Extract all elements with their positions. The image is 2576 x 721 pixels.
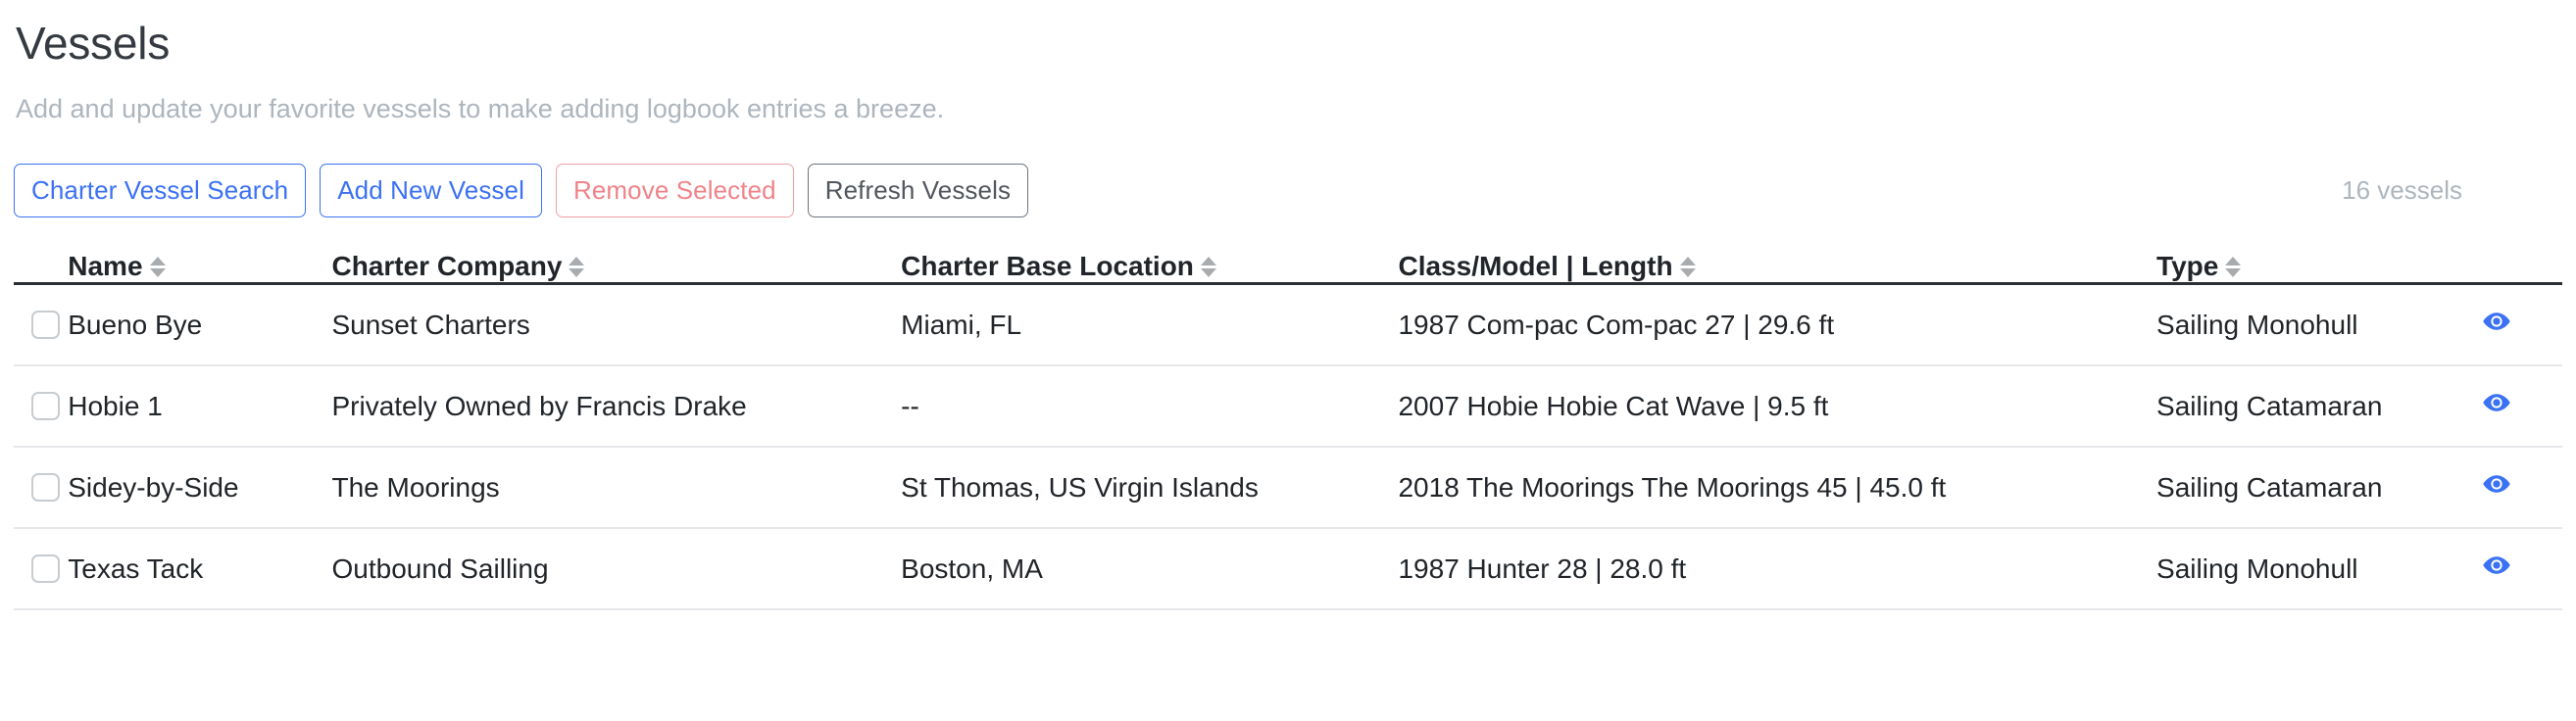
column-label-class-model-length: Class/Model | Length xyxy=(1398,251,1673,282)
sort-control-type[interactable]: Type xyxy=(2156,251,2242,282)
row-checkbox[interactable] xyxy=(31,392,60,421)
cell-charter-base-location: Miami, FL xyxy=(901,283,1399,367)
column-header-type[interactable]: Type xyxy=(2156,251,2482,286)
column-label-charter-company: Charter Company xyxy=(331,251,563,282)
sort-asc-triangle-icon xyxy=(149,256,166,265)
column-label-type: Type xyxy=(2156,251,2219,282)
table-row[interactable]: Sidey-by-Side The Moorings St Thomas, US… xyxy=(14,447,2562,530)
vessel-count-label: 16 vessels xyxy=(2342,175,2462,206)
cell-charter-company: Privately Owned by Francis Drake xyxy=(331,365,902,449)
sort-updown-icon[interactable] xyxy=(1679,256,1696,277)
vessels-table-container: Name Charter Company Charter Base Locati… xyxy=(14,251,2576,611)
cell-actions xyxy=(2481,528,2562,611)
cell-charter-company: The Moorings xyxy=(331,447,902,530)
cell-actions xyxy=(2481,447,2562,530)
column-label-name: Name xyxy=(68,251,143,282)
eye-icon xyxy=(2482,556,2510,575)
row-select-cell xyxy=(14,528,69,611)
table-row[interactable]: Bueno Bye Sunset Charters Miami, FL 1987… xyxy=(14,283,2562,367)
cell-class-model-length: 1987 Hunter 28 | 28.0 ft xyxy=(1398,528,2157,611)
cell-name: Hobie 1 xyxy=(68,365,332,449)
cell-class-model-length: 2018 The Moorings The Moorings 45 | 45.0… xyxy=(1398,447,2157,530)
cell-charter-base-location: -- xyxy=(901,365,1399,449)
view-vessel-button[interactable] xyxy=(2482,551,2511,580)
cell-charter-base-location: St Thomas, US Virgin Islands xyxy=(901,447,1399,530)
sort-updown-icon[interactable] xyxy=(1200,256,1216,277)
vessels-table-body: Bueno Bye Sunset Charters Miami, FL 1987… xyxy=(14,283,2562,611)
sort-control-name[interactable]: Name xyxy=(68,251,166,282)
row-checkbox[interactable] xyxy=(31,473,60,503)
cell-actions xyxy=(2481,365,2562,449)
sort-control-class-model-length[interactable]: Class/Model | Length xyxy=(1398,251,1696,282)
cell-type: Sailing Monohull xyxy=(2156,528,2482,611)
view-vessel-button[interactable] xyxy=(2482,469,2511,499)
sort-desc-triangle-icon xyxy=(2225,267,2242,277)
cell-class-model-length: 1987 Com-pac Com-pac 27 | 29.6 ft xyxy=(1398,283,2157,367)
cell-actions xyxy=(2481,283,2562,367)
sort-desc-triangle-icon xyxy=(149,267,166,277)
charter-vessel-search-button[interactable]: Charter Vessel Search xyxy=(14,164,307,218)
sort-control-charter-company[interactable]: Charter Company xyxy=(331,251,585,282)
sort-asc-triangle-icon xyxy=(1200,256,1216,265)
row-checkbox[interactable] xyxy=(31,311,60,340)
table-header-row: Name Charter Company Charter Base Locati… xyxy=(14,251,2562,286)
row-select-cell xyxy=(14,283,69,367)
sort-asc-triangle-icon xyxy=(2225,256,2242,265)
cell-type: Sailing Monohull xyxy=(2156,283,2482,367)
cell-charter-company: Sunset Charters xyxy=(331,283,902,367)
cell-class-model-length: 2007 Hobie Hobie Cat Wave | 9.5 ft xyxy=(1398,365,2157,449)
cell-type: Sailing Catamaran xyxy=(2156,365,2482,449)
row-select-cell xyxy=(14,447,69,530)
vessels-toolbar: Charter Vessel Search Add New Vessel Rem… xyxy=(14,164,2576,218)
row-select-cell xyxy=(14,365,69,449)
page-title: Vessels xyxy=(16,18,171,69)
cell-name: Texas Tack xyxy=(68,528,332,611)
cell-charter-base-location: Boston, MA xyxy=(901,528,1399,611)
vessels-page: Vessels Add and update your favorite ves… xyxy=(0,0,2576,611)
cell-type: Sailing Catamaran xyxy=(2156,447,2482,530)
sort-desc-triangle-icon xyxy=(1200,267,1216,277)
remove-selected-button[interactable]: Remove Selected xyxy=(555,164,794,218)
page-subtitle: Add and update your favorite vessels to … xyxy=(16,93,945,123)
select-all-header xyxy=(14,251,69,286)
sort-updown-icon[interactable] xyxy=(569,256,585,277)
cell-name: Bueno Bye xyxy=(68,283,332,367)
sort-desc-triangle-icon xyxy=(1679,267,1696,277)
sort-asc-triangle-icon xyxy=(1679,256,1696,265)
eye-icon xyxy=(2482,312,2510,331)
view-vessel-button[interactable] xyxy=(2482,388,2511,417)
vessels-table-head: Name Charter Company Charter Base Locati… xyxy=(14,251,2562,286)
column-header-actions xyxy=(2481,251,2562,286)
sort-updown-icon[interactable] xyxy=(2225,256,2242,277)
view-vessel-button[interactable] xyxy=(2482,307,2511,336)
table-row[interactable]: Texas Tack Outbound Sailling Boston, MA … xyxy=(14,528,2562,611)
eye-icon xyxy=(2482,394,2510,412)
column-label-charter-base-location: Charter Base Location xyxy=(901,251,1194,282)
vessels-table: Name Charter Company Charter Base Locati… xyxy=(14,251,2562,611)
column-header-name[interactable]: Name xyxy=(68,251,332,286)
row-checkbox[interactable] xyxy=(31,554,60,584)
sort-asc-triangle-icon xyxy=(569,256,585,265)
refresh-vessels-button[interactable]: Refresh Vessels xyxy=(807,164,1029,218)
cell-name: Sidey-by-Side xyxy=(68,447,332,530)
add-new-vessel-button[interactable]: Add New Vessel xyxy=(320,164,542,218)
sort-control-charter-base-location[interactable]: Charter Base Location xyxy=(901,251,1216,282)
sort-desc-triangle-icon xyxy=(569,267,585,277)
column-header-charter-base-location[interactable]: Charter Base Location xyxy=(901,251,1399,286)
sort-updown-icon[interactable] xyxy=(149,256,166,277)
table-row[interactable]: Hobie 1 Privately Owned by Francis Drake… xyxy=(14,365,2562,449)
column-header-class-model-length[interactable]: Class/Model | Length xyxy=(1398,251,2157,286)
cell-charter-company: Outbound Sailling xyxy=(331,528,902,611)
eye-icon xyxy=(2482,475,2510,494)
column-header-charter-company[interactable]: Charter Company xyxy=(331,251,902,286)
